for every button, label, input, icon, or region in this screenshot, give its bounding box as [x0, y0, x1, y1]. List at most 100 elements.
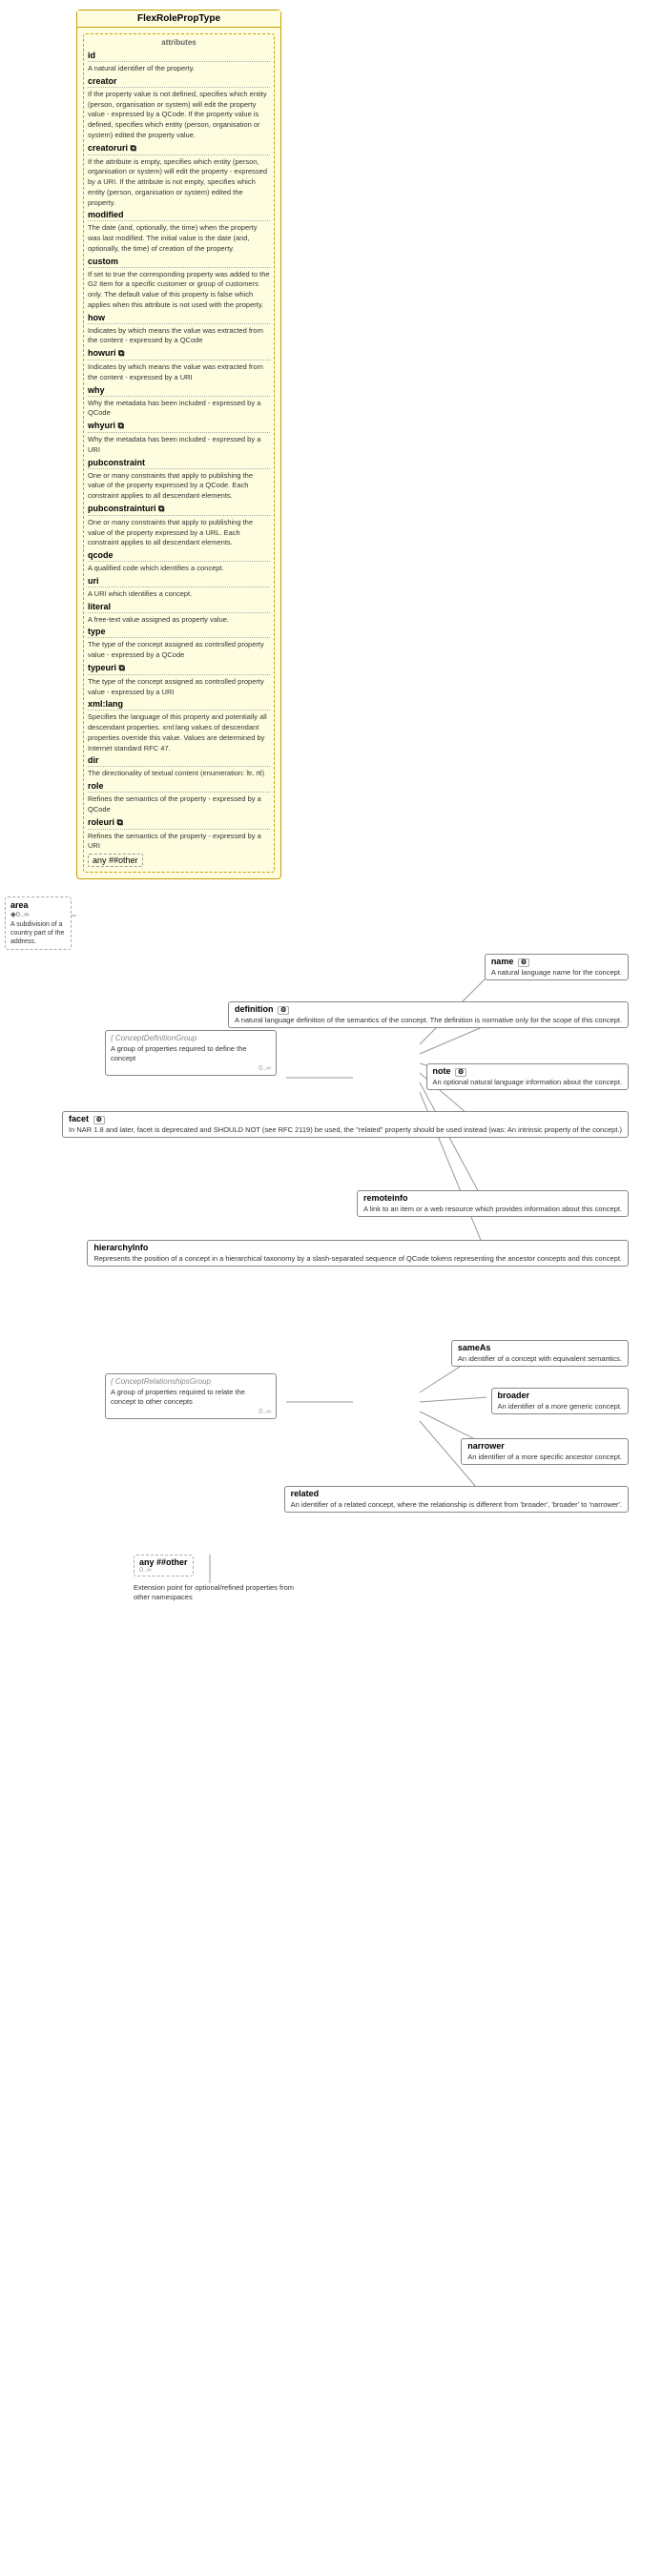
any-other-bottom-mult: 0..∞: [139, 1567, 188, 1574]
attr-custom-desc: If set to true the corresponding propert…: [88, 270, 270, 309]
prop-broader-box: broader An identifier of a more generic …: [491, 1388, 630, 1414]
attr-pubconstraint-name: pubconstraint: [88, 458, 270, 469]
prop-remoteinfo-desc: A link to an item or a web resource whic…: [363, 1205, 622, 1214]
note-icon: ⚙: [455, 1068, 466, 1077]
attr-custom-name: custom: [88, 257, 270, 268]
prop-remoteinfo-title: remoteinfo: [363, 1193, 622, 1203]
prop-note-box: note ⚙ An optional natural language info…: [426, 1063, 629, 1090]
attr-why: why Why the metadata has been included -…: [88, 385, 270, 419]
any-other-bottom-label: any ##other: [139, 1557, 188, 1567]
attributes-label: attributes: [88, 38, 270, 47]
prop-sameas-box: sameAs An identifier of a concept with e…: [451, 1340, 629, 1367]
prop-facet-box: facet ⚙ In NAR 1.8 and later, facet is d…: [62, 1111, 629, 1138]
cdg-label: { ConceptDefinitionGroup: [111, 1034, 271, 1042]
prop-facet-desc: In NAR 1.8 and later, facet is deprecate…: [69, 1125, 622, 1135]
attr-pubconstraint: pubconstraint One or many constraints th…: [88, 458, 270, 501]
attr-creator-desc: If the property value is not defined, sp…: [88, 90, 267, 139]
prop-definition-title: definition ⚙: [235, 1004, 622, 1014]
attr-whyuri-name: whyuri ⧉: [88, 421, 270, 433]
prop-definition-box: definition ⚙ A natural language definiti…: [228, 1001, 629, 1028]
attr-dir-desc: The directionality of textual content (e…: [88, 769, 264, 777]
attr-xmllang-desc: Specifies the language of this property …: [88, 712, 267, 752]
attr-dir-name: dir: [88, 755, 270, 767]
concept-definition-group-box: { ConceptDefinitionGroup A group of prop…: [105, 1030, 277, 1076]
attr-qcode-desc: A qualified code which identifies a conc…: [88, 564, 224, 572]
prop-name-box: name ⚙ A natural language name for the c…: [485, 954, 629, 980]
attr-pubconstraint-desc: One or many constraints that apply to pu…: [88, 471, 253, 501]
attr-how-name: how: [88, 313, 270, 324]
area-box-name: area: [10, 900, 66, 910]
diagram-container: FlexRolePropType attributes id A natural…: [0, 0, 662, 2576]
prop-related-box: related An identifier of a related conce…: [284, 1486, 629, 1513]
attr-creatoruri-desc: If the attribute is empty, specifies whi…: [88, 157, 267, 207]
main-box-title: FlexRolePropType: [77, 10, 280, 28]
any-other-label: any ##other: [88, 854, 143, 867]
attr-dir: dir The directionality of textual conten…: [88, 755, 270, 778]
attr-pubconstrainturi-desc: One or many constraints that apply to pu…: [88, 518, 253, 547]
attr-howuri-desc: Indicates by which means the value was e…: [88, 362, 263, 381]
attr-roleuri: roleuri ⧉ Refines the semantics of the p…: [88, 817, 270, 852]
attr-xmllang-name: xml:lang: [88, 699, 270, 711]
prop-name-desc: A natural language name for the concept.: [491, 968, 622, 978]
attr-qcode: qcode A qualified code which identifies …: [88, 550, 270, 573]
cdg-desc: A group of properties required to define…: [111, 1044, 271, 1063]
attr-type-name: type: [88, 627, 270, 638]
cdg-mult: 0..∞: [111, 1065, 271, 1072]
prop-remoteinfo-box: remoteinfo A link to an item or a web re…: [357, 1190, 629, 1217]
attr-literal-name: literal: [88, 602, 270, 613]
attr-howuri-name: howuri ⧉: [88, 348, 270, 361]
attr-id-desc: A natural identifier of the property.: [88, 64, 195, 72]
area-box: area ◆0..∞ A subdivision of a country pa…: [5, 896, 72, 950]
attr-howuri: howuri ⧉ Indicates by which means the va…: [88, 348, 270, 382]
prop-narrower-title: narrower: [467, 1441, 622, 1451]
prop-note-title: note ⚙: [433, 1066, 622, 1076]
attr-how-desc: Indicates by which means the value was e…: [88, 326, 263, 345]
attr-modified-name: modified: [88, 210, 270, 221]
prop-related-desc: An identifier of a related concept, wher…: [291, 1500, 622, 1510]
attr-creator-name: creator: [88, 76, 270, 88]
attr-whyuri-desc: Why the metadata has been included - exp…: [88, 435, 260, 454]
attr-xmllang: xml:lang Specifies the language of this …: [88, 699, 270, 752]
facet-icon: ⚙: [93, 1116, 105, 1124]
name-icon: ⚙: [518, 958, 529, 967]
attr-typeuri-desc: The type of the concept assigned as cont…: [88, 677, 264, 696]
attr-modified: modified The date (and, optionally, the …: [88, 210, 270, 253]
attr-role-desc: Refines the semantics of the property - …: [88, 794, 261, 814]
attr-pubconstrainturi: pubconstrainturi ⧉ One or many constrain…: [88, 504, 270, 547]
concept-relationships-group-box: { ConceptRelationshipsGroup A group of p…: [105, 1373, 277, 1419]
prop-note-desc: An optional natural language information…: [433, 1078, 622, 1087]
definition-icon: ⚙: [278, 1006, 289, 1015]
prop-narrower-box: narrower An identifier of a more specifi…: [461, 1438, 629, 1465]
prop-broader-desc: An identifier of a more generic concept.: [498, 1402, 623, 1412]
attr-literal: literal A free-text value assigned as pr…: [88, 602, 270, 625]
attr-uri-name: uri: [88, 576, 270, 587]
attr-why-name: why: [88, 385, 270, 397]
attr-uri: uri A URI which identifies a concept.: [88, 576, 270, 599]
any-other-bottom-box: any ##other 0..∞: [134, 1555, 194, 1577]
prop-sameas-desc: An identifier of a concept with equivale…: [458, 1354, 622, 1364]
attr-typeuri: typeuri ⧉ The type of the concept assign…: [88, 663, 270, 697]
attr-roleuri-desc: Refines the semantics of the property - …: [88, 832, 261, 851]
attr-role-name: role: [88, 781, 270, 793]
attr-why-desc: Why the metadata has been included - exp…: [88, 399, 260, 418]
any-other-bottom-desc: Extension point for optional/refined pro…: [134, 1583, 305, 1602]
prop-hierarchyinfo-box: hierarchyInfo Represents the position of…: [87, 1240, 629, 1267]
prop-narrower-desc: An identifier of a more specific ancesto…: [467, 1453, 622, 1462]
area-desc: A subdivision of a country part of the a…: [10, 920, 66, 946]
attr-roleuri-name: roleuri ⧉: [88, 817, 270, 830]
attr-any-other: any ##other: [88, 855, 270, 865]
attr-typeuri-name: typeuri ⧉: [88, 663, 270, 675]
attr-whyuri: whyuri ⧉ Why the metadata has been inclu…: [88, 421, 270, 455]
attr-type: type The type of the concept assigned as…: [88, 627, 270, 660]
attr-literal-desc: A free-text value assigned as property v…: [88, 615, 229, 624]
prop-sameas-title: sameAs: [458, 1343, 622, 1352]
attr-pubconstrainturi-name: pubconstrainturi ⧉: [88, 504, 270, 516]
attr-custom: custom If set to true the corresponding …: [88, 257, 270, 310]
area-mult: ◆0..∞: [10, 910, 66, 918]
crg-label: { ConceptRelationshipsGroup: [111, 1377, 271, 1386]
prop-facet-title: facet ⚙: [69, 1114, 622, 1123]
attr-type-desc: The type of the concept assigned as cont…: [88, 640, 264, 659]
attributes-group: attributes id A natural identifier of th…: [83, 33, 275, 873]
attr-modified-desc: The date (and, optionally, the time) whe…: [88, 223, 257, 253]
prop-broader-title: broader: [498, 1391, 623, 1400]
